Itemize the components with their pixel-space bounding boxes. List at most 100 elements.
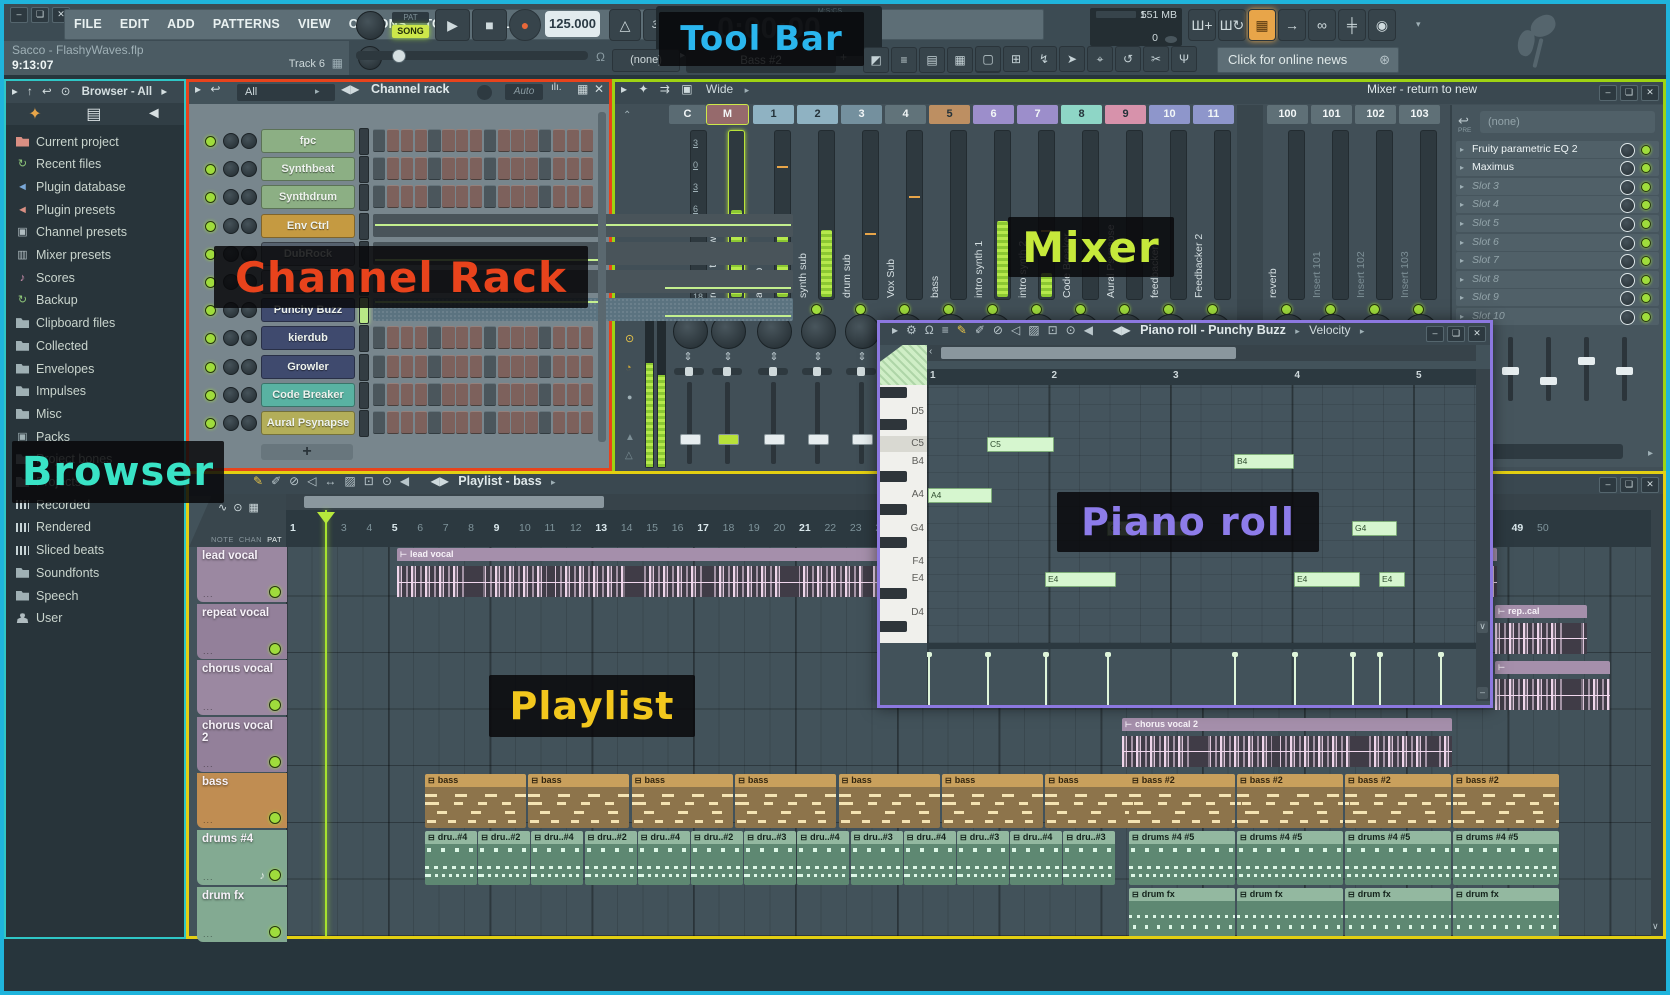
piano-note-a4[interactable]: A4	[928, 488, 992, 503]
track-label-bass[interactable]: bass...	[197, 773, 287, 828]
clip-drums-4-5[interactable]: ⊟drums #4 #5	[1345, 831, 1451, 885]
step-14[interactable]	[553, 129, 565, 152]
clip-dru-4[interactable]: ⊟dru..#4	[638, 831, 690, 885]
fx-mini-slider-3[interactable]	[1546, 337, 1551, 401]
clip-header[interactable]: ⊟drums #4 #5	[1129, 831, 1235, 844]
step-12[interactable]	[525, 355, 537, 378]
channel-enable-led[interactable]	[205, 164, 216, 175]
step-3[interactable]	[401, 355, 413, 378]
rack-scrollbar[interactable]	[598, 112, 606, 442]
send-selector[interactable]: (none)	[1480, 111, 1655, 133]
browser-item-sliced-beats[interactable]: Sliced beats	[6, 540, 184, 561]
step-5[interactable]	[428, 355, 440, 378]
grid-icon[interactable]: ▦	[577, 82, 588, 96]
fx-mini-slider-4[interactable]	[1584, 337, 1589, 401]
mixer-track-knob[interactable]	[845, 314, 880, 349]
step-11[interactable]	[511, 411, 523, 434]
slot-mix-knob[interactable]	[1620, 180, 1635, 195]
step-10[interactable]	[498, 185, 510, 208]
channel-pan-knob[interactable]	[223, 161, 239, 177]
scroll-down-icon[interactable]: ∨	[1477, 621, 1488, 633]
mixer-track-number[interactable]: 7	[1017, 105, 1058, 124]
channel-target-selector[interactable]	[359, 382, 369, 409]
clip-drum-fx[interactable]: ⊟drum fx	[1237, 888, 1343, 936]
step-7[interactable]	[456, 185, 468, 208]
master-volume-slider[interactable]	[356, 51, 588, 60]
clip-dru-3[interactable]: ⊟dru..#3	[851, 831, 903, 885]
step-16[interactable]	[581, 185, 593, 208]
clip-dru-3[interactable]: ⊟dru..#3	[957, 831, 1009, 885]
tab-plugins[interactable]: ◄	[146, 105, 162, 123]
step-15[interactable]	[567, 185, 579, 208]
channel-target-selector[interactable]	[359, 354, 369, 381]
channel-enable-led[interactable]	[205, 418, 216, 429]
clip-header[interactable]: ⊟drum fx	[1453, 888, 1559, 901]
velocity-line[interactable]	[1379, 652, 1381, 705]
slot-enable-led[interactable]	[1641, 163, 1651, 173]
fx-slot-7[interactable]: ▸Slot 7	[1456, 252, 1659, 269]
step-1[interactable]	[373, 383, 385, 406]
black-key[interactable]	[880, 537, 907, 548]
track-mute-led[interactable]	[269, 926, 281, 938]
playback-icon[interactable]: ◀	[400, 474, 409, 488]
step-8[interactable]	[470, 185, 482, 208]
step-14[interactable]	[553, 411, 565, 434]
add-instrument-icon[interactable]: Ш+	[1188, 9, 1216, 41]
black-key[interactable]	[880, 471, 907, 482]
clip-bass[interactable]: ⊟bass	[425, 774, 526, 828]
browser-item-recent-files[interactable]: ↻Recent files	[6, 154, 184, 175]
track-label-lead-vocal[interactable]: lead vocal...	[197, 547, 287, 602]
tool-knob-icon[interactable]: ◉	[1368, 9, 1396, 41]
channel-enable-led[interactable]	[205, 136, 216, 147]
undo-icon[interactable]: ↩	[42, 86, 52, 98]
step-5[interactable]	[428, 383, 440, 406]
step-9[interactable]	[484, 383, 496, 406]
minimize-button[interactable]: –	[1599, 477, 1617, 493]
step-4[interactable]	[415, 355, 427, 378]
channel-pan-knob[interactable]	[223, 415, 239, 431]
step-16[interactable]	[581, 129, 593, 152]
tab-files[interactable]: ▤	[86, 104, 101, 124]
clip-header[interactable]: ⊢	[1495, 661, 1610, 674]
step-4[interactable]	[415, 185, 427, 208]
pan-arrows-icon[interactable]: ⇕	[669, 350, 707, 363]
clip-bass[interactable]: ⊟bass	[839, 774, 940, 828]
track-menu-dots[interactable]: ...	[203, 646, 214, 656]
step-6[interactable]	[442, 129, 454, 152]
track-menu-dots[interactable]: ...	[203, 759, 214, 769]
detach-icon[interactable]: ◀▶	[430, 474, 448, 488]
browser-item-channel-presets[interactable]: ▣Channel presets	[6, 222, 184, 243]
tempo-display[interactable]: 125.000	[545, 11, 600, 37]
clip-bass[interactable]: ⊟bass	[528, 774, 629, 828]
performance-icon[interactable]: ⊙	[233, 501, 242, 514]
step-6[interactable]	[442, 411, 454, 434]
fx-slot-9[interactable]: ▸Slot 9	[1456, 289, 1659, 306]
velocity-line[interactable]	[1045, 652, 1047, 705]
maximize-button[interactable]: ❏	[1447, 326, 1465, 342]
clip-drums-4-5[interactable]: ⊟drums #4 #5	[1453, 831, 1559, 885]
slot-enable-led[interactable]	[1641, 182, 1651, 192]
clip-header[interactable]: ⊟drum fx	[1237, 888, 1343, 901]
swing-knob[interactable]	[477, 85, 492, 100]
clip-header[interactable]: ⊟bass	[839, 774, 940, 787]
copy-icon[interactable]: ⊞	[1003, 46, 1029, 72]
step-4[interactable]	[415, 157, 427, 180]
multilink-icon[interactable]: ╪	[1338, 9, 1366, 41]
black-key[interactable]	[880, 588, 907, 599]
mic-icon[interactable]: Ψ	[1171, 46, 1197, 72]
minimize-button[interactable]: –	[1426, 326, 1444, 342]
step-11[interactable]	[511, 383, 523, 406]
step-3[interactable]	[401, 411, 413, 434]
browser-item-plugin-presets[interactable]: ◄Plugin presets	[6, 199, 184, 220]
zoom-icon[interactable]: ⊙	[382, 474, 392, 488]
scroll-down-icon[interactable]: ∨	[1652, 921, 1659, 932]
step-16[interactable]	[581, 157, 593, 180]
channel-button[interactable]: fpc	[261, 129, 355, 153]
slot-mix-knob[interactable]	[1620, 291, 1635, 306]
clip-header[interactable]: ⊟dru..#3	[744, 831, 796, 844]
piano-icon[interactable]: ▦	[248, 501, 258, 514]
mixer-pan-slider[interactable]	[674, 368, 704, 375]
select-icon[interactable]: ⊡	[364, 474, 374, 488]
channel-target-selector[interactable]	[359, 156, 369, 183]
channel-vol-knob[interactable]	[241, 359, 257, 375]
